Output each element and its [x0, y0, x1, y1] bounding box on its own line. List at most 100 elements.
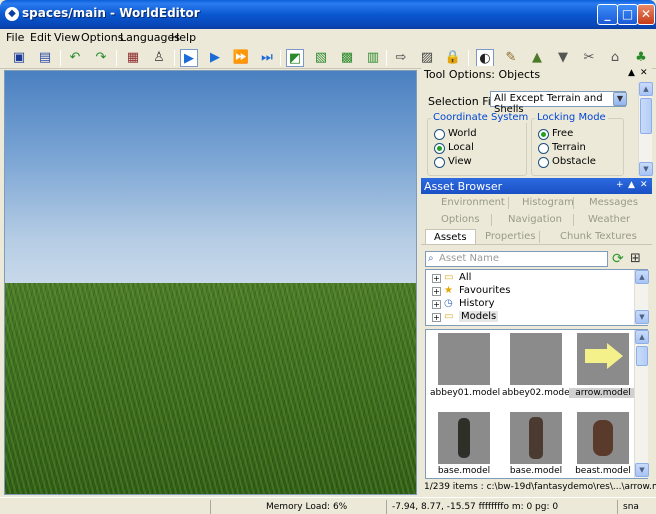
menu-file[interactable]: File: [6, 31, 24, 44]
status-bar: Memory Load: 6% -7.94, 8.77, -15.57 ffff…: [0, 497, 656, 514]
undo-icon[interactable]: ↶: [66, 49, 84, 67]
model-preview-base: [510, 412, 562, 464]
tab-assets[interactable]: Assets: [425, 229, 476, 245]
close-button[interactable]: ✕: [637, 4, 655, 25]
scroll-thumb[interactable]: [640, 98, 652, 134]
scissors-icon[interactable]: ✂: [580, 49, 598, 67]
thumbnail-scrollbar[interactable]: ▲ ▼: [634, 330, 649, 478]
scroll-down-icon[interactable]: ▼: [639, 162, 653, 176]
scroll-down-icon[interactable]: ▼: [635, 310, 649, 324]
panel-close-icon[interactable]: ✕: [640, 180, 648, 190]
save-icon[interactable]: ▣: [10, 49, 28, 67]
tree-item-models[interactable]: + ▭ Models: [430, 311, 630, 324]
grass-texture: [5, 283, 416, 494]
lock-icon[interactable]: 🔒: [444, 49, 462, 67]
tab-properties[interactable]: Properties: [485, 231, 536, 242]
tab-chunk-textures[interactable]: Chunk Textures: [560, 231, 637, 242]
skip-icon[interactable]: ⏭: [258, 49, 276, 67]
radio-obstacle-label: Obstacle: [552, 156, 596, 167]
radio-free[interactable]: [538, 129, 549, 140]
tree-item-favourites[interactable]: + ★ Favourites: [430, 285, 630, 298]
tab-histogram[interactable]: Histogram: [522, 197, 574, 208]
brush-icon[interactable]: ✎: [502, 49, 520, 67]
tab-options[interactable]: Options: [441, 214, 480, 225]
fast-forward-icon[interactable]: ⏩: [232, 49, 250, 67]
menu-help[interactable]: Help: [171, 31, 196, 44]
play-next-icon[interactable]: ▶: [206, 49, 224, 67]
model-preview-beast: [577, 412, 629, 464]
tool-options-title: Tool Options: Objects: [421, 66, 652, 82]
scroll-up-icon[interactable]: ▲: [639, 82, 653, 96]
export-icon[interactable]: ⇨: [392, 49, 410, 67]
tab-navigation[interactable]: Navigation: [508, 214, 562, 225]
radio-terrain[interactable]: [538, 143, 549, 154]
radio-obstacle[interactable]: [538, 157, 549, 168]
refresh-icon[interactable]: ⟳: [612, 251, 624, 267]
thumbnail-caption: base.model: [509, 466, 563, 476]
terrain-view-icon[interactable]: ◩: [286, 49, 304, 67]
selection-filter-select[interactable]: All Except Terrain and Shells: [490, 91, 626, 115]
minimize-button[interactable]: _: [597, 4, 618, 25]
menu-bar: File Edit View Options Languages Help: [0, 29, 656, 47]
tab-environment[interactable]: Environment: [441, 197, 505, 208]
thumbnail-caption: abbey02.model: [502, 388, 573, 398]
search-placeholder: Asset Name: [439, 253, 500, 264]
height-icon[interactable]: ▲: [528, 49, 546, 67]
scroll-down-icon[interactable]: ▼: [635, 463, 649, 477]
mesh-icon[interactable]: ▨: [418, 49, 436, 67]
select-tool-icon[interactable]: ◐: [476, 49, 494, 67]
save-all-icon[interactable]: ▤: [36, 49, 54, 67]
radio-view[interactable]: [434, 157, 445, 168]
forest-icon[interactable]: ♣: [632, 49, 650, 67]
terrain-grid-icon[interactable]: ▧: [312, 49, 330, 67]
thumbnail-item[interactable]: abbey02.model: [502, 333, 573, 403]
building-icon[interactable]: ⌂: [606, 49, 624, 67]
panel-pin-icon[interactable]: ▲: [628, 68, 635, 78]
menu-options[interactable]: Options: [81, 31, 123, 44]
star-icon: ★: [444, 285, 453, 296]
tab-messages[interactable]: Messages: [589, 197, 638, 208]
thumbnail-item[interactable]: base.model: [502, 412, 570, 478]
menu-edit[interactable]: Edit: [30, 31, 51, 44]
layout-icon[interactable]: ⊞: [630, 251, 641, 267]
tool-options-scrollbar[interactable]: ▲ ▼: [638, 82, 653, 176]
radio-local[interactable]: [434, 143, 445, 154]
grid-icon[interactable]: ▦: [124, 49, 142, 67]
radio-world[interactable]: [434, 129, 445, 140]
tree-scrollbar[interactable]: ▲ ▼: [634, 270, 649, 325]
asset-status-text: 1/239 items : c:\bw-19d\fantasydemo\res\…: [424, 482, 656, 492]
scroll-up-icon[interactable]: ▲: [635, 270, 649, 284]
tree-item-label: Favourites: [459, 285, 511, 296]
asset-search-box[interactable]: ⌕ Asset Name: [425, 251, 608, 267]
thumbnail-item[interactable]: base.model: [430, 412, 498, 478]
tree-item-history[interactable]: + ◷ History: [430, 298, 630, 311]
terrain-mesh-icon[interactable]: ▥: [364, 49, 382, 67]
tree-item-label: History: [459, 298, 495, 309]
tree-item-label: All: [459, 272, 472, 283]
maximize-button[interactable]: □: [617, 4, 638, 25]
folder-icon: ▭: [444, 311, 454, 322]
tab-weather[interactable]: Weather: [588, 214, 630, 225]
clock-icon: ◷: [444, 298, 453, 309]
menu-view[interactable]: View: [54, 31, 80, 44]
model-preview-abbey01: [438, 333, 490, 385]
asset-browser-panel: Asset Browser + ▲ ✕ Environment Histogra…: [421, 178, 656, 496]
thumbnail-item-selected[interactable]: arrow.model: [569, 333, 637, 403]
panel-add-icon[interactable]: +: [616, 180, 624, 190]
thumbnail-item[interactable]: beast.model: [569, 412, 637, 478]
terrain-dots-icon[interactable]: ▩: [338, 49, 356, 67]
memory-load: Memory Load: 6%: [210, 500, 386, 514]
person-icon[interactable]: ♙: [150, 49, 168, 67]
3d-viewport[interactable]: [4, 70, 417, 495]
panel-close-icon[interactable]: ✕: [640, 68, 648, 78]
scroll-thumb[interactable]: [636, 346, 648, 366]
scroll-up-icon[interactable]: ▲: [635, 330, 649, 344]
chevron-down-icon[interactable]: ▼: [613, 92, 627, 106]
tree-item-all[interactable]: + ▭ All: [430, 272, 630, 285]
play-icon[interactable]: ▶: [180, 49, 198, 67]
panel-pin-icon[interactable]: ▲: [628, 180, 635, 190]
model-preview-base: [438, 412, 490, 464]
filter-icon[interactable]: ▼: [554, 49, 572, 67]
redo-icon[interactable]: ↷: [92, 49, 110, 67]
thumbnail-item[interactable]: abbey01.model: [430, 333, 500, 403]
